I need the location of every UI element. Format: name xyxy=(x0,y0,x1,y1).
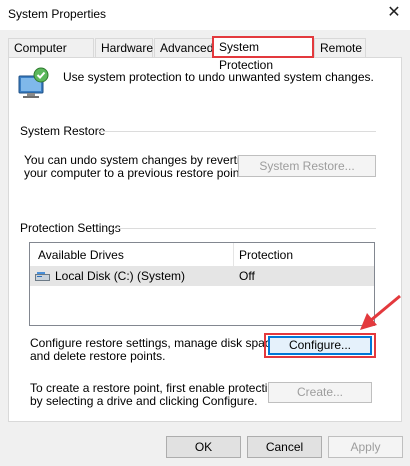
annotation-arrow-icon xyxy=(356,294,404,334)
drive-icon xyxy=(35,271,50,281)
drive-protection-status: Off xyxy=(239,269,255,283)
cancel-button-label: Cancel xyxy=(265,440,304,454)
tab-panel xyxy=(8,57,402,422)
apply-button[interactable]: Apply xyxy=(328,436,403,458)
system-restore-button[interactable]: System Restore... xyxy=(238,155,376,177)
divider xyxy=(113,228,376,229)
apply-button-label: Apply xyxy=(350,440,381,454)
system-restore-heading: System Restore xyxy=(20,124,106,138)
system-restore-description-2: your computer to a previous restore poin… xyxy=(24,166,247,180)
cancel-button[interactable]: Cancel xyxy=(247,436,322,458)
drives-list[interactable]: Available Drives Protection Local Disk (… xyxy=(29,242,375,326)
close-icon[interactable]: ✕ xyxy=(384,3,404,23)
column-separator xyxy=(233,243,234,266)
create-button[interactable]: Create... xyxy=(268,382,372,403)
tab-computer-name[interactable]: Computer Name xyxy=(8,38,94,74)
tab-hardware[interactable]: Hardware xyxy=(95,38,153,57)
protection-settings-heading: Protection Settings xyxy=(20,221,121,235)
column-protection[interactable]: Protection xyxy=(239,248,293,263)
tab-system-protection[interactable]: System Protection xyxy=(212,36,314,72)
column-available-drives[interactable]: Available Drives xyxy=(38,248,124,263)
divider xyxy=(98,131,376,132)
configure-button[interactable]: Configure... xyxy=(268,336,372,355)
configure-description-2: and delete restore points. xyxy=(30,349,166,363)
ok-button-label: OK xyxy=(194,440,213,454)
tab-advanced[interactable]: Advanced xyxy=(154,38,213,57)
tab-remote[interactable]: Remote xyxy=(314,38,366,57)
drive-name: Local Disk (C:) (System) xyxy=(55,269,186,283)
table-row[interactable]: Local Disk (C:) (System) Off xyxy=(30,267,374,286)
create-button-label: Create... xyxy=(296,385,344,399)
ok-button[interactable]: OK xyxy=(166,436,241,458)
system-protection-icon xyxy=(14,66,52,104)
system-restore-button-label: System Restore... xyxy=(259,159,355,173)
configure-button-label: Configure... xyxy=(288,338,352,352)
window-title: System Properties xyxy=(8,7,107,21)
create-description-2: by selecting a drive and clicking Config… xyxy=(30,394,258,408)
